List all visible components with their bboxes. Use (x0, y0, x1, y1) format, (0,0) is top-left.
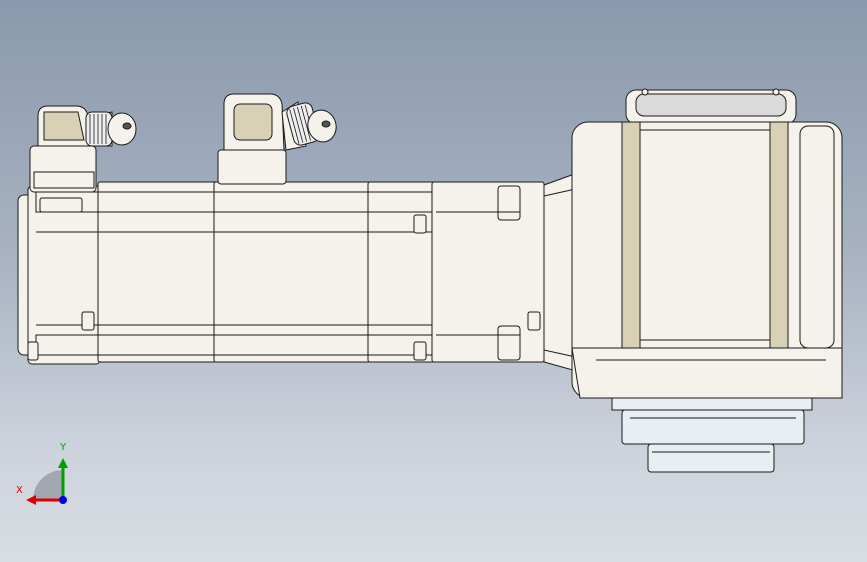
orientation-triad (26, 458, 68, 505)
cad-viewport[interactable]: Y X (0, 0, 867, 562)
gearmotor-model (17, 88, 843, 505)
gearbox-housing (571, 88, 843, 399)
triad-y-label: Y (60, 442, 67, 453)
output-flange (611, 397, 813, 445)
power-connector (217, 93, 337, 185)
output-shaft (647, 443, 775, 473)
triad-x-label: X (16, 485, 23, 496)
motor-body (17, 171, 581, 373)
